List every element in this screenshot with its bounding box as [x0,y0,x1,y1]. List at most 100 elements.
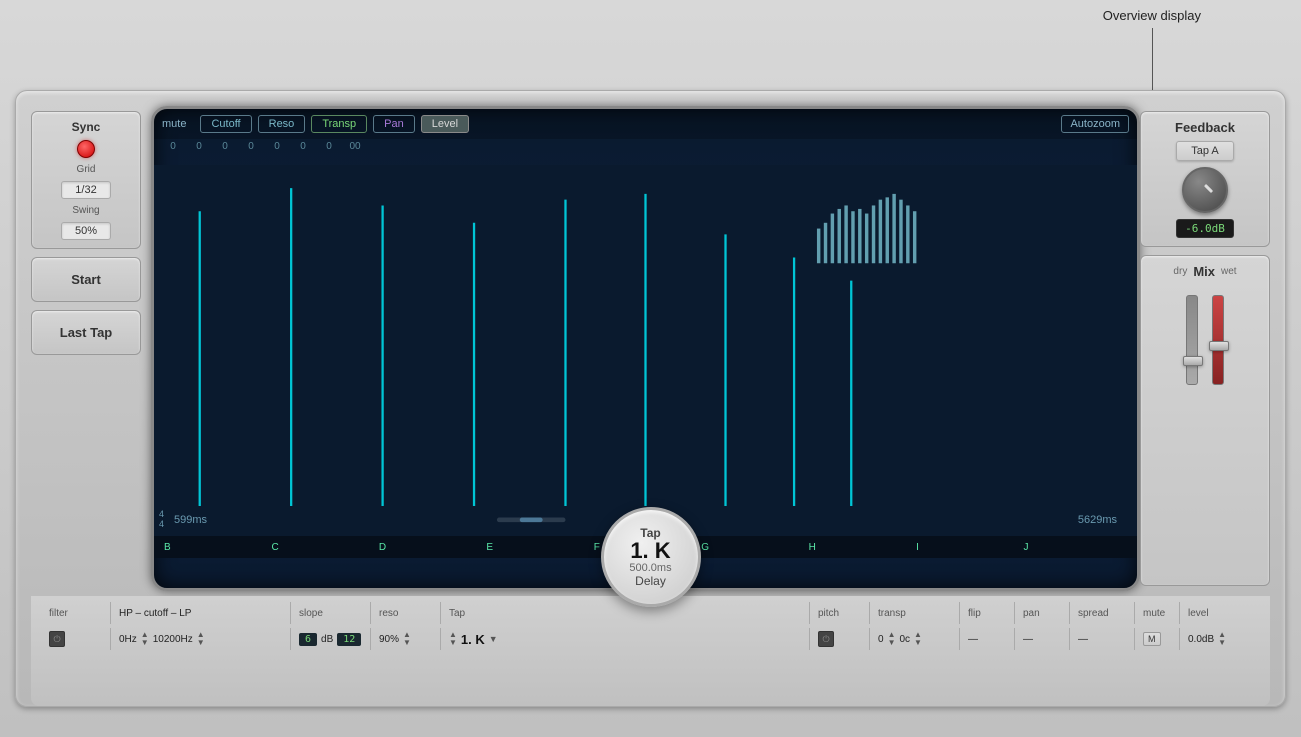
mute-row: 0 0 0 0 0 0 0 00 [154,139,1137,154]
mute-toggle-button[interactable]: M [1143,632,1161,646]
lp-down-arrow[interactable]: ▼ [197,639,205,647]
slope-label: slope [299,608,323,619]
tab-reso[interactable]: Reso [258,115,306,133]
slope-value[interactable]: 6 [299,633,317,646]
time-start: 599ms [174,514,207,526]
level-down[interactable]: ▼ [1218,639,1226,647]
reso-value[interactable]: 90% [379,634,399,645]
slope-values-section: 6 dB 12 [291,628,371,650]
flip-section-label: flip [960,602,1015,624]
reso-down[interactable]: ▼ [403,639,411,647]
wet-slider-track[interactable] [1212,295,1224,385]
tap-a-button[interactable]: Tap A [1176,141,1234,161]
mute-0[interactable]: 0 [162,141,184,152]
reso-section-label: reso [371,602,441,624]
filter-type: HP – cutoff – LP [119,608,191,619]
level-stepper[interactable]: ▲ ▼ [1218,631,1226,647]
tap-dropdown-icon[interactable]: ▼ [489,634,498,644]
mute-1[interactable]: 0 [188,141,210,152]
dry-label: dry [1173,266,1187,277]
reso-values-section: 90% ▲ ▼ [371,628,441,650]
tab-pan[interactable]: Pan [373,115,415,133]
overview-annotation: Overview display [1103,8,1201,23]
display-header: mute Cutoff Reso Transp Pan Level Autozo… [154,109,1137,139]
reso-stepper[interactable]: ▲ ▼ [403,631,411,647]
transp-unit[interactable]: 0c [899,634,910,645]
dry-slider-track[interactable] [1186,295,1198,385]
sync-group: Sync Grid 1/32 Swing 50% [31,111,141,249]
waveform-area: 599ms 5629ms 44 B C D E F G H I J [154,165,1137,558]
mute-7[interactable]: 00 [344,141,366,152]
mix-group: dry Mix wet [1140,255,1270,586]
dry-slider-thumb[interactable] [1183,356,1203,366]
db-value: -6.0dB [1176,219,1234,238]
swing-value[interactable]: 50% [61,222,111,240]
filter-section-label: filter [41,602,111,624]
filter-power-section: ⏻ [41,628,111,650]
spread-values-section: — [1070,628,1135,650]
tap-circle-main-value: 1. K [630,540,670,562]
pitch-power-button[interactable]: ⏻ [818,631,834,647]
spread-value: — [1078,634,1088,645]
mute-section-label: mute [1135,602,1180,624]
slope-value2[interactable]: 12 [337,633,361,646]
pan-label: pan [1023,608,1040,619]
sync-led[interactable] [77,140,95,158]
pitch-power-icon: ⏻ [822,634,829,645]
hp-stepper[interactable]: ▲ ▼ [141,631,149,647]
level-value[interactable]: 0.0dB [1188,634,1214,645]
filter-power-button[interactable]: ⏻ [49,631,65,647]
wet-slider-thumb[interactable] [1209,341,1229,351]
tap-value[interactable]: 1. K [461,632,485,647]
feedback-group: Feedback Tap A -6.0dB [1140,111,1270,247]
tap-circle-button[interactable]: Tap 1. K 500.0ms Delay [601,507,701,607]
tab-cutoff[interactable]: Cutoff [200,115,251,133]
pitch-section-label: pitch [810,602,870,624]
hp-down-arrow[interactable]: ▼ [141,639,149,647]
lp-value[interactable]: 10200Hz [153,634,193,645]
tap-circle-bottom-label: Delay [635,574,666,588]
last-tap-button[interactable]: Last Tap [31,310,141,355]
tap-down[interactable]: ▼ [449,639,457,647]
spread-section-label: spread [1070,602,1135,624]
flip-value: — [968,634,978,645]
pitch-label: pitch [818,608,839,619]
lp-stepper[interactable]: ▲ ▼ [197,631,205,647]
mute-6[interactable]: 0 [318,141,340,152]
transp-value[interactable]: 0 [878,634,884,645]
mute-2[interactable]: 0 [214,141,236,152]
mix-header: dry Mix wet [1149,264,1261,279]
pitch-values-section: ⏻ [810,628,870,650]
mix-label: Mix [1193,264,1215,279]
wet-label: wet [1221,266,1237,277]
mute-4[interactable]: 0 [266,141,288,152]
slope-unit: dB [321,634,333,645]
transp-down[interactable]: ▼ [888,639,896,647]
feedback-knob[interactable] [1182,167,1228,213]
grid-value[interactable]: 1/32 [61,181,111,199]
mute-3[interactable]: 0 [240,141,262,152]
last-tap-label: Last Tap [60,325,113,340]
transp-unit-stepper[interactable]: ▲ ▼ [914,631,922,647]
reso-label: reso [379,608,398,619]
start-button[interactable]: Start [31,257,141,302]
tab-level[interactable]: Level [421,115,469,133]
autozoom-button[interactable]: Autozoom [1061,115,1129,133]
tap-stepper[interactable]: ▲ ▼ [449,631,457,647]
unit-down[interactable]: ▼ [914,639,922,647]
swing-label: Swing [72,205,99,216]
hp-value[interactable]: 0Hz [119,634,137,645]
tab-transp[interactable]: Transp [311,115,367,133]
tap-label: Tap [449,608,465,619]
left-panel: Sync Grid 1/32 Swing 50% Start Last Tap [31,111,141,586]
level-section-label: level [1180,602,1260,624]
transp-values-section: 0 ▲ ▼ 0c ▲ ▼ [870,628,960,650]
annotation-text: Overview display [1103,8,1201,23]
transp-stepper[interactable]: ▲ ▼ [888,631,896,647]
grid-label: Grid [77,164,96,175]
mute-5[interactable]: 0 [292,141,314,152]
filter-values-section: 0Hz ▲ ▼ 10200Hz ▲ ▼ [111,628,291,650]
mute-header-label: mute [162,118,186,130]
beat-i: I [914,542,1021,553]
spread-label: spread [1078,608,1109,619]
